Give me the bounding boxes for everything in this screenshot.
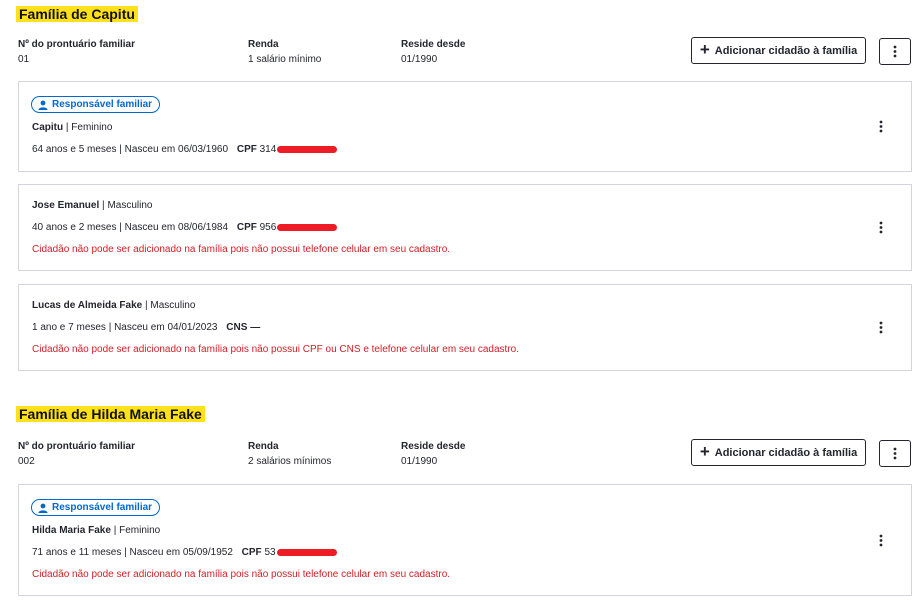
member-info: 40 anos e 2 meses | Nasceu em 08/06/1984…: [32, 222, 338, 234]
member-card: Jose Emanuel | Masculino 40 anos e 2 mes…: [18, 184, 912, 271]
kebab-icon[interactable]: [877, 221, 885, 234]
family-more-button[interactable]: [879, 38, 911, 65]
prontuario-label: Nº do prontuário familiar: [18, 441, 135, 452]
badge-label: Responsável familiar: [52, 99, 153, 110]
member-name: Jose Emanuel: [32, 200, 100, 211]
family-title: Família de Capitu: [16, 6, 138, 22]
member-identity: Jose Emanuel | Masculino: [32, 200, 153, 211]
family-title: Família de Hilda Maria Fake: [16, 406, 205, 422]
doc-value: 53: [264, 547, 276, 558]
responsavel-badge: Responsável familiar: [31, 499, 161, 516]
person-icon: [38, 100, 48, 110]
doc-label: CPF: [236, 144, 257, 155]
renda-value: 1 salário mínimo: [248, 54, 322, 65]
reside-label: Reside desde: [401, 441, 466, 452]
member-name: Hilda Maria Fake: [32, 525, 111, 536]
member-error: Cidadão não pode ser adicionado na famíl…: [32, 244, 451, 255]
badge-label: Responsável familiar: [52, 502, 153, 513]
prontuario-meta: Nº do prontuário familiar 01: [18, 39, 135, 66]
member-info: 64 anos e 5 meses | Nasceu em 06/03/1960…: [32, 144, 338, 156]
add-citizen-button[interactable]: + Adicionar cidadão à família: [691, 37, 866, 64]
reside-label: Reside desde: [401, 39, 466, 50]
renda-label: Renda: [248, 441, 279, 452]
add-citizen-label: Adicionar cidadão à família: [714, 446, 858, 459]
responsavel-badge: Responsável familiar: [31, 96, 161, 113]
member-age: 40 anos e 2 meses | Nasceu em 08/06/1984: [32, 222, 229, 233]
kebab-icon[interactable]: [877, 534, 885, 547]
renda-meta: Renda 2 salários mínimos: [248, 441, 331, 468]
member-identity: Capitu | Feminino: [32, 122, 113, 133]
add-citizen-label: Adicionar cidadão à família: [714, 44, 858, 57]
member-info: 1 ano e 7 meses | Nasceu em 04/01/2023 C…: [32, 322, 260, 334]
member-name: Lucas de Almeida Fake: [32, 300, 143, 311]
prontuario-meta: Nº do prontuário familiar 002: [18, 441, 135, 468]
doc-value: —: [250, 322, 261, 333]
member-card: Lucas de Almeida Fake | Masculino 1 ano …: [18, 284, 912, 371]
member-age: 64 anos e 5 meses | Nasceu em 06/03/1960: [32, 144, 229, 155]
doc-label: CNS: [226, 322, 248, 333]
member-sex: Feminino: [71, 122, 113, 133]
prontuario-label: Nº do prontuário familiar: [18, 39, 135, 50]
member-info: 71 anos e 11 meses | Nasceu em 05/09/195…: [32, 547, 337, 559]
kebab-icon[interactable]: [877, 120, 885, 133]
doc-label: CPF: [241, 547, 262, 558]
kebab-icon: [893, 45, 897, 58]
member-sex: Masculino: [150, 300, 196, 311]
member-error: Cidadão não pode ser adicionado na famíl…: [32, 344, 519, 355]
redaction-mark: [276, 548, 337, 556]
renda-value: 2 salários mínimos: [248, 456, 332, 467]
reside-value: 01/1990: [401, 54, 438, 65]
renda-label: Renda: [248, 39, 279, 50]
prontuario-value: 002: [18, 456, 35, 467]
plus-icon: +: [699, 39, 710, 59]
member-error: Cidadão não pode ser adicionado na famíl…: [32, 569, 451, 580]
member-card: Responsável familiar Capitu | Feminino 6…: [18, 81, 912, 172]
renda-meta: Renda 1 salário mínimo: [248, 39, 321, 66]
redaction-mark: [277, 223, 338, 231]
doc-label: CPF: [236, 222, 257, 233]
plus-icon: +: [699, 441, 710, 461]
kebab-icon: [893, 447, 897, 460]
reside-value: 01/1990: [401, 456, 438, 467]
prontuario-value: 01: [18, 54, 30, 65]
doc-value: 314: [259, 144, 277, 155]
reside-meta: Reside desde 01/1990: [401, 39, 465, 66]
member-name: Capitu: [32, 122, 64, 133]
reside-meta: Reside desde 01/1990: [401, 441, 465, 468]
family-more-button[interactable]: [879, 440, 911, 467]
add-citizen-button[interactable]: + Adicionar cidadão à família: [691, 439, 866, 466]
member-identity: Hilda Maria Fake | Feminino: [32, 525, 161, 536]
member-age: 71 anos e 11 meses | Nasceu em 05/09/195…: [32, 547, 233, 558]
redaction-mark: [277, 145, 338, 153]
member-card: Responsável familiar Hilda Maria Fake | …: [18, 484, 912, 596]
member-age: 1 ano e 7 meses | Nasceu em 04/01/2023: [32, 322, 218, 333]
person-icon: [38, 503, 48, 513]
member-identity: Lucas de Almeida Fake | Masculino: [32, 300, 196, 311]
member-sex: Masculino: [107, 200, 153, 211]
doc-value: 956: [259, 222, 277, 233]
kebab-icon[interactable]: [877, 321, 885, 334]
member-sex: Feminino: [119, 525, 161, 536]
